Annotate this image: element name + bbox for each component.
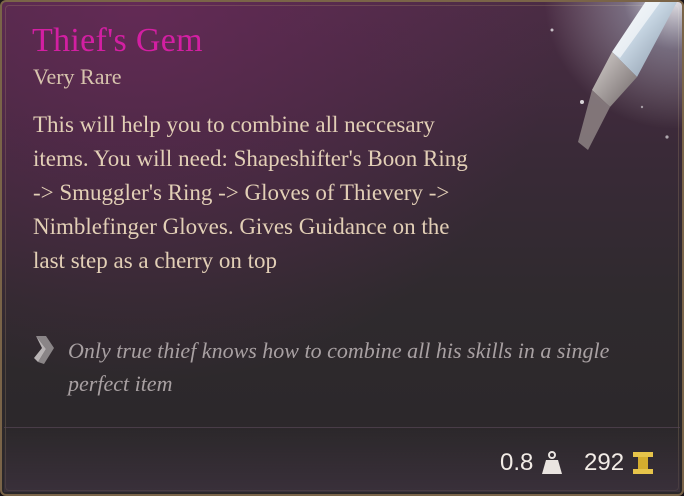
item-name: Thief's Gem xyxy=(32,22,203,59)
weight-stat: 0.8 xyxy=(500,448,563,478)
value-stat: 292 xyxy=(584,448,654,478)
flavor-text: Only true thief knows how to combine all… xyxy=(68,338,610,396)
gold-coin-icon xyxy=(633,452,654,474)
item-description: This will help you to combine all necces… xyxy=(33,112,468,273)
gold-value: 292 xyxy=(584,449,625,476)
item-tooltip: Thief's Gem Very Rare This will help you… xyxy=(0,0,684,496)
flavor-section: Only true thief knows how to combine all… xyxy=(32,332,632,402)
quill-icon xyxy=(34,336,54,364)
item-rarity: Very Rare xyxy=(33,64,122,89)
weight-value: 0.8 xyxy=(500,449,534,476)
gem-crystal-icon xyxy=(522,2,682,162)
weight-icon xyxy=(542,451,563,474)
item-footer: 0.8 292 xyxy=(4,427,680,492)
